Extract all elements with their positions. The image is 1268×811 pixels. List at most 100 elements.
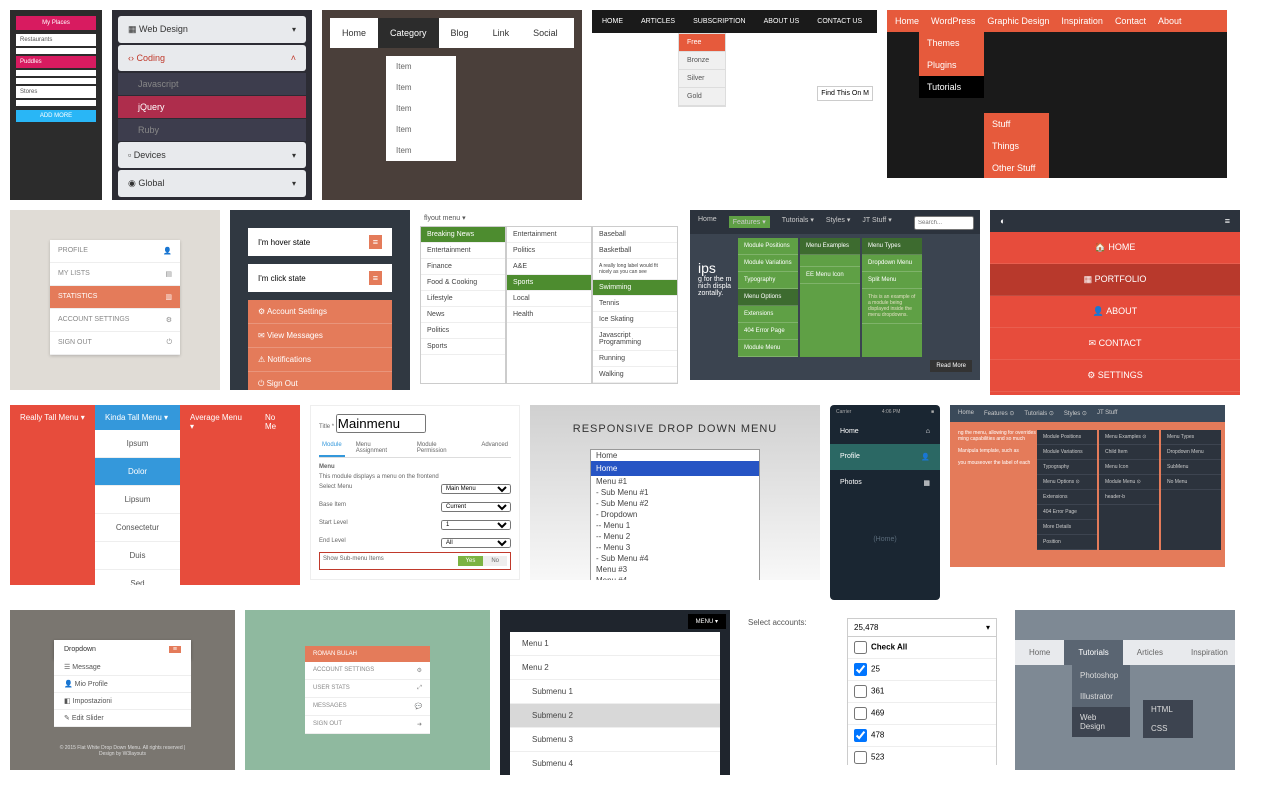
- mega-item[interactable]: Module Menu ⊙: [1099, 475, 1159, 490]
- menu-item[interactable]: Ipsum: [95, 430, 180, 458]
- mega-item[interactable]: Dropdown Menu: [1161, 445, 1221, 460]
- mega-item[interactable]: Position: [1037, 535, 1097, 550]
- mega-item[interactable]: Split Menu: [862, 272, 922, 289]
- checkbox[interactable]: [854, 729, 867, 742]
- list-item-active[interactable]: Puddles: [16, 56, 96, 68]
- add-more-button[interactable]: ADD MORE: [16, 110, 96, 122]
- nav-item[interactable]: Styles ▾: [826, 216, 851, 228]
- menu-settings[interactable]: ⚙ Account Settings: [248, 300, 392, 324]
- account-row[interactable]: 469: [848, 703, 996, 725]
- menu-header[interactable]: No Me: [255, 405, 295, 439]
- sidebar-profile[interactable]: PROFILE👤: [50, 240, 180, 263]
- selected-value[interactable]: 25,478▾: [848, 619, 996, 637]
- dropdown-item[interactable]: Item: [386, 98, 456, 119]
- checkbox[interactable]: [854, 707, 867, 720]
- menu-signout[interactable]: SIGN OUT➜: [305, 716, 430, 734]
- tab-assignment[interactable]: Menu Assignment: [353, 439, 406, 457]
- flyout-item[interactable]: Ice Skating: [593, 312, 677, 328]
- submenu-item[interactable]: Stuff: [984, 113, 1049, 135]
- nav-subscription[interactable]: SUBSCRIPTION: [693, 18, 746, 25]
- select-item[interactable]: - Dropdown: [591, 509, 759, 520]
- accordion-sub[interactable]: Javascript: [118, 73, 306, 95]
- list-item[interactable]: [16, 100, 96, 106]
- flyout-item[interactable]: News: [421, 307, 505, 323]
- accordion-item-expanded[interactable]: ‹› Coding˄: [118, 45, 306, 71]
- submenu-item[interactable]: Submenu 4: [510, 752, 720, 775]
- mega-item[interactable]: Typography: [1037, 460, 1097, 475]
- flyout-item[interactable]: Entertainment: [507, 227, 591, 243]
- menu-item[interactable]: Consectetur: [95, 514, 180, 542]
- nav-photos[interactable]: Photos▦: [830, 470, 940, 496]
- nav-contact[interactable]: CONTACT US: [817, 18, 862, 25]
- select-item[interactable]: -- Menu 2: [591, 531, 759, 542]
- dd-item[interactable]: CSS: [1143, 719, 1193, 738]
- account-row[interactable]: 478: [848, 725, 996, 747]
- mega-item[interactable]: Module Variations: [738, 255, 798, 272]
- mega-item[interactable]: header-b: [1099, 490, 1159, 505]
- tier-free[interactable]: Free: [679, 34, 725, 52]
- flyout-item[interactable]: Tennis: [593, 296, 677, 312]
- find-button[interactable]: Find This On M: [817, 86, 873, 101]
- tab-link[interactable]: Link: [481, 18, 522, 48]
- select-item[interactable]: Menu #1: [591, 476, 759, 487]
- nav-articles[interactable]: ARTICLES: [641, 18, 675, 25]
- select-menu[interactable]: Main Menu: [441, 484, 511, 494]
- select-item-selected[interactable]: Home: [591, 461, 759, 476]
- flyout-item[interactable]: A really long label would fit nicely as …: [593, 259, 677, 280]
- dropdown-button[interactable]: Dropdown≡: [54, 640, 191, 659]
- tier-gold[interactable]: Gold: [679, 88, 725, 106]
- flyout-item[interactable]: Politics: [507, 243, 591, 259]
- nav-home[interactable]: HOME: [602, 18, 623, 25]
- flyout-item[interactable]: Lifestyle: [421, 291, 505, 307]
- hover-state-box[interactable]: I'm hover state≡: [248, 228, 392, 256]
- nav-inspiration[interactable]: Inspiration: [1177, 640, 1235, 665]
- dropdown-item[interactable]: Item: [386, 77, 456, 98]
- mega-item[interactable]: SubMenu: [1161, 460, 1221, 475]
- mega-item[interactable]: Module Positions: [1037, 430, 1097, 445]
- list-item[interactable]: Stores: [16, 86, 96, 98]
- flyout-item[interactable]: A&E: [507, 259, 591, 275]
- hamburger-icon[interactable]: ≡: [369, 235, 382, 249]
- nav-home[interactable]: Home⌂: [830, 419, 940, 444]
- sidebar-lists[interactable]: MY LISTS▤: [50, 263, 180, 286]
- menu-item[interactable]: Menu 2: [510, 656, 720, 680]
- nav-item[interactable]: Home: [698, 216, 717, 228]
- nav-item[interactable]: Tutorials ⊙: [1024, 410, 1054, 417]
- mega-item[interactable]: Menu Types: [1161, 430, 1221, 445]
- mega-item[interactable]: Module Menu: [738, 340, 798, 357]
- sidebar-signout[interactable]: SIGN OUT⏻: [50, 332, 180, 355]
- flyout-item[interactable]: Running: [593, 351, 677, 367]
- flyout-item[interactable]: Entertainment: [421, 243, 505, 259]
- menu-item[interactable]: ☰ Message: [54, 659, 191, 676]
- tab-advanced[interactable]: Advanced: [478, 439, 511, 457]
- mega-item[interactable]: Menu Examples ⊙: [1099, 430, 1159, 445]
- mega-item[interactable]: EE Menu Icon: [800, 267, 860, 284]
- nav-about[interactable]: ABOUT US: [764, 18, 800, 25]
- dd-item[interactable]: Illustrator: [1072, 686, 1130, 707]
- dd-item[interactable]: HTML: [1143, 700, 1193, 719]
- tab-home[interactable]: Home: [330, 18, 378, 48]
- select-item[interactable]: -- Menu 3: [591, 542, 759, 553]
- nav-home[interactable]: Home: [1015, 640, 1064, 665]
- accordion-sub[interactable]: Ruby: [118, 119, 306, 141]
- account-row[interactable]: 361: [848, 681, 996, 703]
- menu-messages[interactable]: ✉ View Messages: [248, 324, 392, 348]
- submenu-item[interactable]: Plugins: [919, 54, 984, 76]
- mega-item[interactable]: No Menu: [1161, 475, 1221, 490]
- flyout-item[interactable]: Basketball: [593, 243, 677, 259]
- sidebar-settings[interactable]: ACCOUNT SETTINGS⚙: [50, 309, 180, 332]
- select-item[interactable]: -- Menu 1: [591, 520, 759, 531]
- dropdown-item[interactable]: Item: [386, 56, 456, 77]
- accordion-item[interactable]: ▫ Devices: [118, 142, 306, 168]
- list-item[interactable]: [16, 70, 96, 76]
- select-list[interactable]: Home Home Menu #1 - Sub Menu #1 - Sub Me…: [590, 449, 760, 580]
- flyout-item[interactable]: Politics: [421, 323, 505, 339]
- checkbox[interactable]: [854, 751, 867, 764]
- select-item[interactable]: - Sub Menu #2: [591, 498, 759, 509]
- end-level[interactable]: All: [441, 538, 511, 548]
- dd-item[interactable]: Photoshop: [1072, 665, 1130, 686]
- mega-item[interactable]: More Details: [1037, 520, 1097, 535]
- menu-signout[interactable]: ⏻ Sign Out: [248, 372, 392, 390]
- nav-settings[interactable]: ⚙ SETTINGS: [990, 360, 1240, 392]
- read-more-button[interactable]: Read More: [930, 360, 972, 372]
